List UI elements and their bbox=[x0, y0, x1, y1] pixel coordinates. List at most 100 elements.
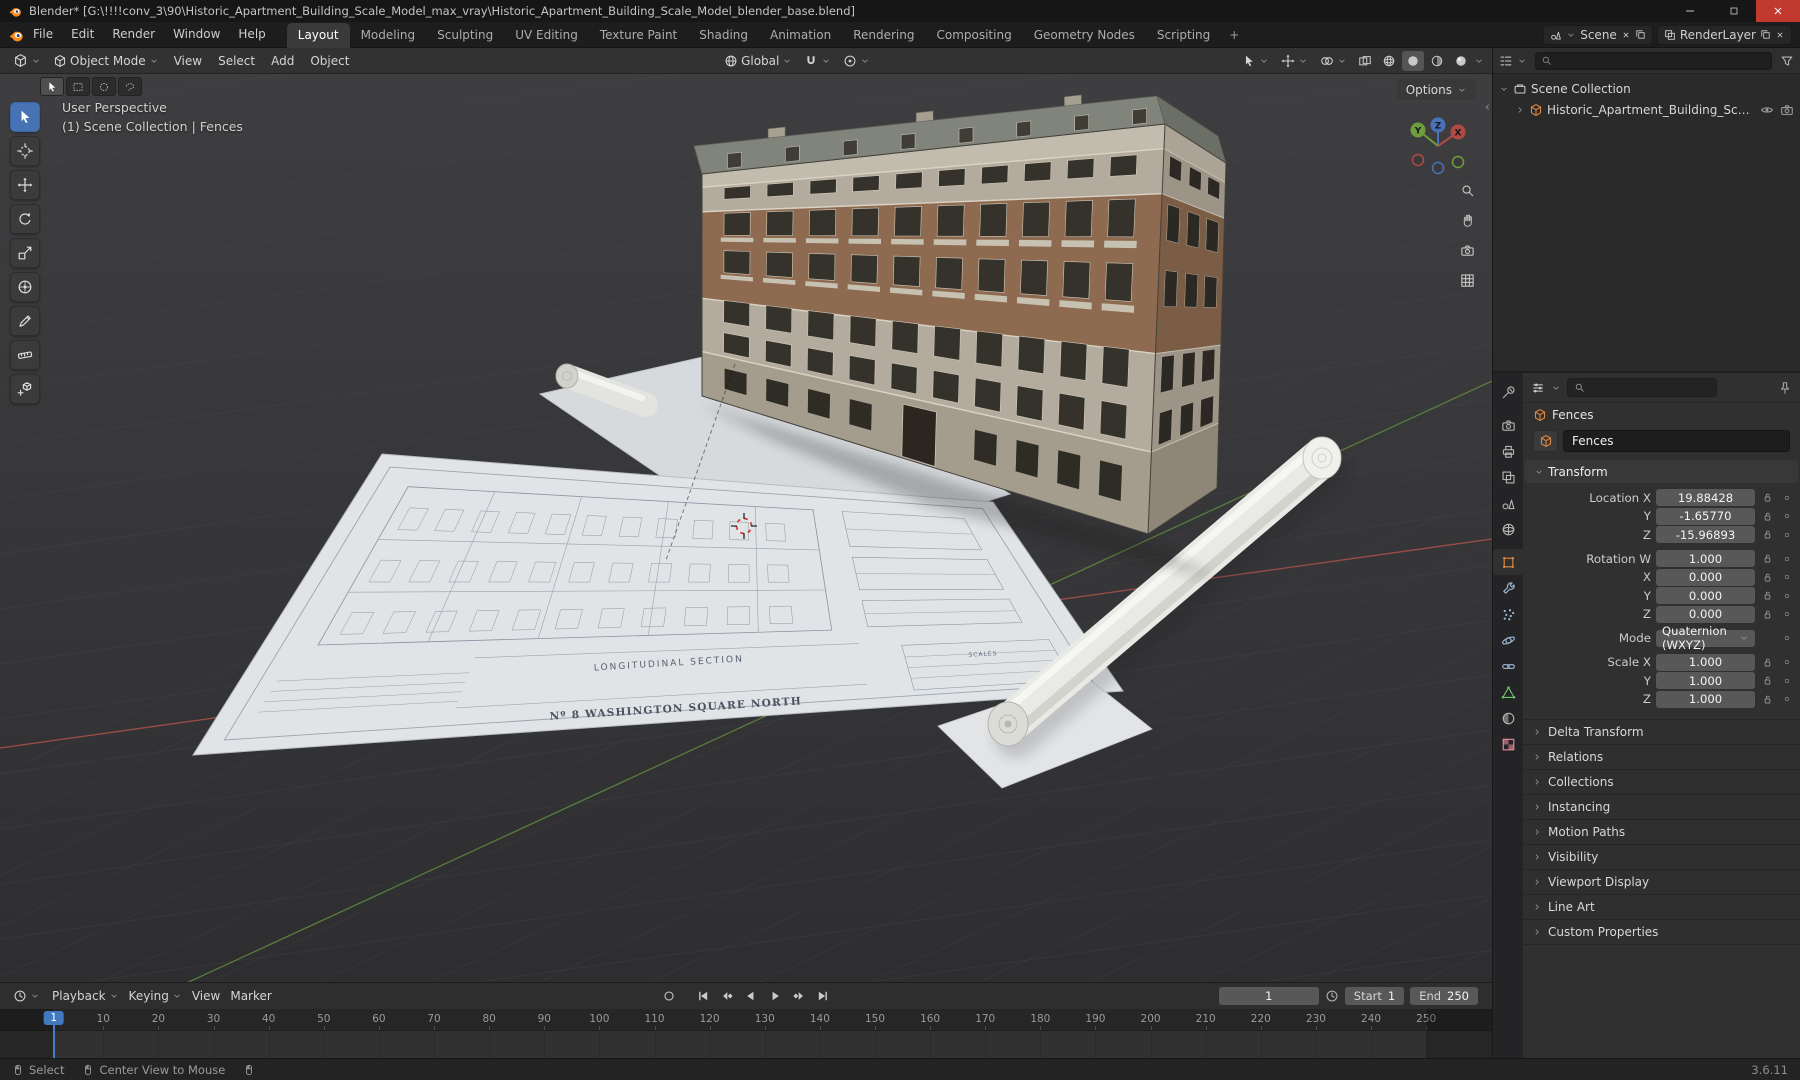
workspace-tab-geometry-nodes[interactable]: Geometry Nodes bbox=[1023, 23, 1146, 48]
next-keyframe-button[interactable] bbox=[788, 986, 810, 1006]
workspace-tab-layout[interactable]: Layout bbox=[286, 22, 350, 48]
workspace-tab-scripting[interactable]: Scripting bbox=[1146, 23, 1221, 48]
object-type-button[interactable] bbox=[1533, 430, 1558, 452]
tool-cursor-button[interactable] bbox=[10, 136, 40, 166]
breadcrumb-object-name[interactable]: Fences bbox=[1552, 408, 1593, 422]
mode-field[interactable]: Quaternion (WXYZ) bbox=[1656, 624, 1755, 652]
transform-orientation-dropdown[interactable]: Global bbox=[719, 50, 797, 71]
select-mode-lasso-button[interactable] bbox=[118, 77, 142, 96]
start-frame-field[interactable]: Start 1 bbox=[1344, 987, 1405, 1005]
menu-render[interactable]: Render bbox=[103, 22, 164, 47]
y-decorator[interactable] bbox=[1780, 511, 1794, 521]
options-button[interactable]: Options bbox=[1396, 79, 1476, 100]
scale-x-lock[interactable] bbox=[1760, 657, 1775, 668]
timeline-menu-view[interactable]: View bbox=[187, 986, 225, 1007]
scale-x-decorator[interactable] bbox=[1780, 657, 1794, 667]
jump-start-button[interactable] bbox=[692, 986, 714, 1006]
gizmos-dropdown[interactable] bbox=[1276, 50, 1313, 71]
z-field[interactable]: 1.000 bbox=[1656, 690, 1755, 708]
xray-toggle[interactable] bbox=[1354, 51, 1376, 71]
z-field[interactable]: -15.96893 bbox=[1656, 526, 1755, 543]
location-x-decorator[interactable] bbox=[1780, 493, 1794, 503]
tab-material[interactable] bbox=[1493, 705, 1523, 731]
outliner-row-scene-collection[interactable]: Scene Collection bbox=[1493, 78, 1800, 99]
render-toggle-icon[interactable] bbox=[1780, 103, 1794, 117]
menu-help[interactable]: Help bbox=[229, 22, 274, 47]
rotation-w-lock[interactable] bbox=[1760, 553, 1775, 564]
rotation-w-field[interactable]: 1.000 bbox=[1656, 550, 1755, 567]
viewport-canvas[interactable]: LONGITUDINAL SECTION Nº 8 WASHINGTON SQU… bbox=[0, 74, 1492, 982]
viewport-menu-object[interactable]: Object bbox=[302, 50, 357, 72]
toggle-ortho-button[interactable] bbox=[1455, 268, 1480, 293]
z-lock[interactable] bbox=[1760, 529, 1775, 540]
workspace-tab-modeling[interactable]: Modeling bbox=[350, 23, 427, 48]
y-field[interactable]: 1.000 bbox=[1656, 672, 1755, 689]
y-lock[interactable] bbox=[1760, 590, 1775, 601]
section-line-art[interactable]: Line Art bbox=[1523, 895, 1800, 920]
tool-select-button[interactable] bbox=[10, 102, 40, 132]
tool-add-cube-button[interactable] bbox=[10, 374, 40, 404]
tool-transform-button[interactable] bbox=[10, 272, 40, 302]
snapping-dropdown[interactable] bbox=[799, 50, 836, 71]
axis-neg-x[interactable] bbox=[1411, 153, 1425, 167]
zoom-button[interactable] bbox=[1455, 178, 1480, 203]
tool-scale-button[interactable] bbox=[10, 238, 40, 268]
outliner-search-input[interactable] bbox=[1535, 51, 1772, 70]
rotation-w-decorator[interactable] bbox=[1780, 554, 1794, 564]
tab-world[interactable] bbox=[1493, 516, 1523, 542]
play-button[interactable] bbox=[764, 986, 786, 1006]
selectability-dropdown[interactable] bbox=[1237, 50, 1274, 71]
y-field[interactable]: 0.000 bbox=[1656, 587, 1755, 604]
app-menu-icon[interactable] bbox=[8, 27, 24, 43]
location-x-field[interactable]: 19.88428 bbox=[1656, 489, 1755, 506]
tab-modifiers[interactable] bbox=[1493, 575, 1523, 601]
navigation-gizmo[interactable]: Z X Y bbox=[1406, 112, 1470, 176]
shading-wireframe-button[interactable] bbox=[1378, 51, 1400, 71]
new-scene-icon[interactable] bbox=[1635, 29, 1646, 40]
view-layer-selector[interactable]: RenderLayer bbox=[1656, 24, 1792, 45]
outliner-editor-icon[interactable] bbox=[1499, 54, 1513, 68]
workspace-tab-sculpting[interactable]: Sculpting bbox=[426, 23, 504, 48]
workspace-tab-uv-editing[interactable]: UV Editing bbox=[504, 23, 589, 48]
section-viewport-display[interactable]: Viewport Display bbox=[1523, 870, 1800, 895]
axis-neg-z[interactable] bbox=[1431, 161, 1445, 175]
menu-edit[interactable]: Edit bbox=[62, 22, 103, 47]
sidebar-collapse-arrow[interactable]: ‹ bbox=[1485, 100, 1490, 115]
maximize-button[interactable] bbox=[1712, 0, 1756, 22]
tool-move-button[interactable] bbox=[10, 170, 40, 200]
tab-scene[interactable] bbox=[1493, 490, 1523, 516]
y-decorator[interactable] bbox=[1780, 676, 1794, 686]
section-relations[interactable]: Relations bbox=[1523, 745, 1800, 770]
play-reverse-button[interactable] bbox=[740, 986, 762, 1006]
mode-decorator[interactable] bbox=[1780, 633, 1794, 643]
select-mode-circle-button[interactable] bbox=[92, 77, 116, 96]
camera-view-button[interactable] bbox=[1455, 238, 1480, 263]
pin-icon[interactable] bbox=[1778, 381, 1792, 395]
z-decorator[interactable] bbox=[1780, 694, 1794, 704]
remove-view-layer-icon[interactable] bbox=[1775, 30, 1785, 40]
timeline-editor-type-button[interactable] bbox=[8, 986, 45, 1007]
tool-measure-button[interactable] bbox=[10, 340, 40, 370]
shading-material-button[interactable] bbox=[1426, 51, 1448, 71]
y-lock[interactable] bbox=[1760, 675, 1775, 686]
tab-view-layer[interactable] bbox=[1493, 464, 1523, 490]
location-x-lock[interactable] bbox=[1760, 492, 1775, 503]
z-field[interactable]: 0.000 bbox=[1656, 605, 1755, 623]
viewport-menu-select[interactable]: Select bbox=[210, 50, 263, 72]
tab-constraints[interactable] bbox=[1493, 653, 1523, 679]
overlays-dropdown[interactable] bbox=[1315, 50, 1352, 71]
disclosure-icon[interactable] bbox=[1499, 84, 1509, 94]
mode-dropdown[interactable]: Object Mode bbox=[48, 50, 164, 71]
menu-file[interactable]: File bbox=[24, 22, 62, 47]
tab-tool[interactable] bbox=[1493, 379, 1523, 405]
new-view-layer-icon[interactable] bbox=[1760, 29, 1771, 40]
timeline-body[interactable]: 10 20 30 40 50 60 70 80 90 100 110 120 130 140 150 160 1… bbox=[0, 1009, 1492, 1059]
x-decorator[interactable] bbox=[1780, 572, 1794, 582]
hide-toggle-icon[interactable] bbox=[1760, 103, 1774, 117]
timeline-menu-playback[interactable]: Playback bbox=[47, 986, 124, 1007]
properties-editor-icon[interactable] bbox=[1531, 381, 1545, 395]
current-frame-line[interactable] bbox=[52, 1022, 55, 1059]
section-motion-paths[interactable]: Motion Paths bbox=[1523, 820, 1800, 845]
pan-button[interactable] bbox=[1455, 208, 1480, 233]
section-visibility[interactable]: Visibility bbox=[1523, 845, 1800, 870]
